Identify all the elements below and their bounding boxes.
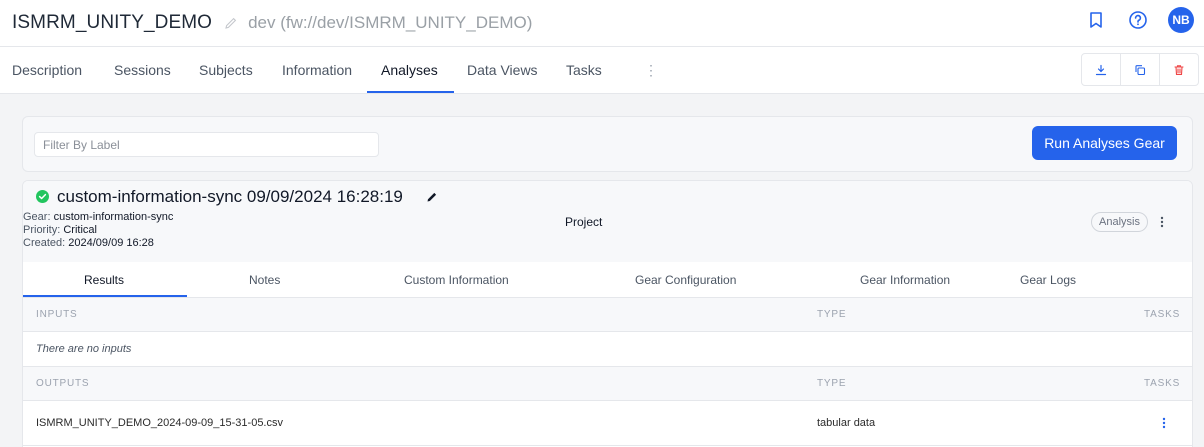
tab-notes[interactable]: Notes	[249, 262, 280, 298]
tab-gear-configuration[interactable]: Gear Configuration	[635, 262, 736, 298]
success-status-icon	[36, 190, 49, 203]
analysis-title: custom-information-sync 09/09/2024 16:28…	[57, 187, 403, 206]
tab-tasks[interactable]: Tasks	[566, 47, 602, 94]
delete-button[interactable]	[1160, 54, 1198, 85]
project-title: ISMRM_UNITY_DEMO	[12, 12, 213, 33]
help-icon[interactable]	[1126, 8, 1150, 32]
download-button[interactable]	[1082, 54, 1121, 85]
outputs-type-heading: TYPE	[817, 378, 847, 389]
project-path: dev (fw://dev/ISMRM_UNITY_DEMO)	[248, 13, 533, 32]
tab-custom-information[interactable]: Custom Information	[404, 262, 509, 298]
bookmark-icon[interactable]	[1084, 8, 1108, 32]
tab-gear-logs[interactable]: Gear Logs	[1020, 262, 1076, 298]
outputs-header: OUTPUTS TYPE TASKS	[23, 367, 1192, 401]
analysis-menu-icon[interactable]	[1159, 215, 1165, 229]
tab-information[interactable]: Information	[282, 47, 352, 94]
run-analyses-gear-button[interactable]: Run Analyses Gear	[1032, 126, 1177, 160]
analysis-badge: Analysis	[1091, 212, 1148, 232]
tab-gear-information[interactable]: Gear Information	[860, 262, 950, 298]
copy-button[interactable]	[1121, 54, 1160, 85]
analyses-toolbar: Run Analyses Gear	[22, 116, 1193, 172]
output-file-name[interactable]: ISMRM_UNITY_DEMO_2024-09-09_15-31-05.csv	[36, 401, 283, 446]
outputs-heading: OUTPUTS	[36, 378, 90, 389]
tab-analyses[interactable]: Analyses	[381, 47, 438, 94]
inputs-type-heading: TYPE	[817, 309, 847, 320]
active-sub-tab-indicator	[23, 295, 187, 297]
tab-sessions[interactable]: Sessions	[114, 47, 171, 94]
analysis-container-label: Project	[565, 215, 603, 229]
active-tab-indicator	[367, 91, 454, 93]
tab-description[interactable]: Description	[12, 47, 82, 94]
more-tabs-icon[interactable]: ⋮	[644, 47, 658, 94]
analysis-tabs: Results Notes Custom Information Gear Co…	[23, 262, 1192, 298]
inputs-tasks-heading: TASKS	[1144, 309, 1181, 320]
created-meta: Created: 2024/09/09 16:28	[23, 237, 154, 249]
gear-meta: Gear: custom-information-sync	[23, 211, 174, 223]
table-row[interactable]: ISMRM_UNITY_DEMO_2024-09-09_15-31-05.csv…	[23, 401, 1192, 446]
output-row-menu-icon[interactable]	[1161, 401, 1167, 446]
analysis-header: custom-information-sync 09/09/2024 16:28…	[23, 181, 1192, 262]
inputs-empty-row: There are no inputs	[23, 332, 1192, 367]
no-inputs-text: There are no inputs	[36, 343, 132, 355]
project-actions	[1081, 53, 1199, 86]
edit-title-pencil-icon[interactable]	[224, 16, 238, 30]
inputs-header: INPUTS TYPE TASKS	[23, 298, 1192, 332]
app-header: ISMRM_UNITY_DEMO dev (fw://dev/ISMRM_UNI…	[0, 0, 1204, 47]
edit-analysis-pencil-icon[interactable]	[425, 190, 439, 204]
analysis-card: custom-information-sync 09/09/2024 16:28…	[22, 180, 1193, 447]
tab-results[interactable]: Results	[84, 262, 124, 298]
tab-data-views[interactable]: Data Views	[467, 47, 538, 94]
outputs-tasks-heading: TASKS	[1144, 378, 1181, 389]
trash-icon	[1174, 64, 1184, 75]
download-icon	[1095, 64, 1107, 75]
output-file-type: tabular data	[817, 417, 876, 429]
inputs-heading: INPUTS	[36, 309, 78, 320]
priority-meta: Priority: Critical	[23, 224, 97, 236]
project-tabs: Description Sessions Subjects Informatio…	[0, 47, 1204, 94]
copy-icon	[1135, 64, 1146, 75]
filter-by-label-input[interactable]	[34, 132, 379, 157]
tab-subjects[interactable]: Subjects	[199, 47, 253, 94]
user-avatar[interactable]: NB	[1168, 7, 1194, 33]
